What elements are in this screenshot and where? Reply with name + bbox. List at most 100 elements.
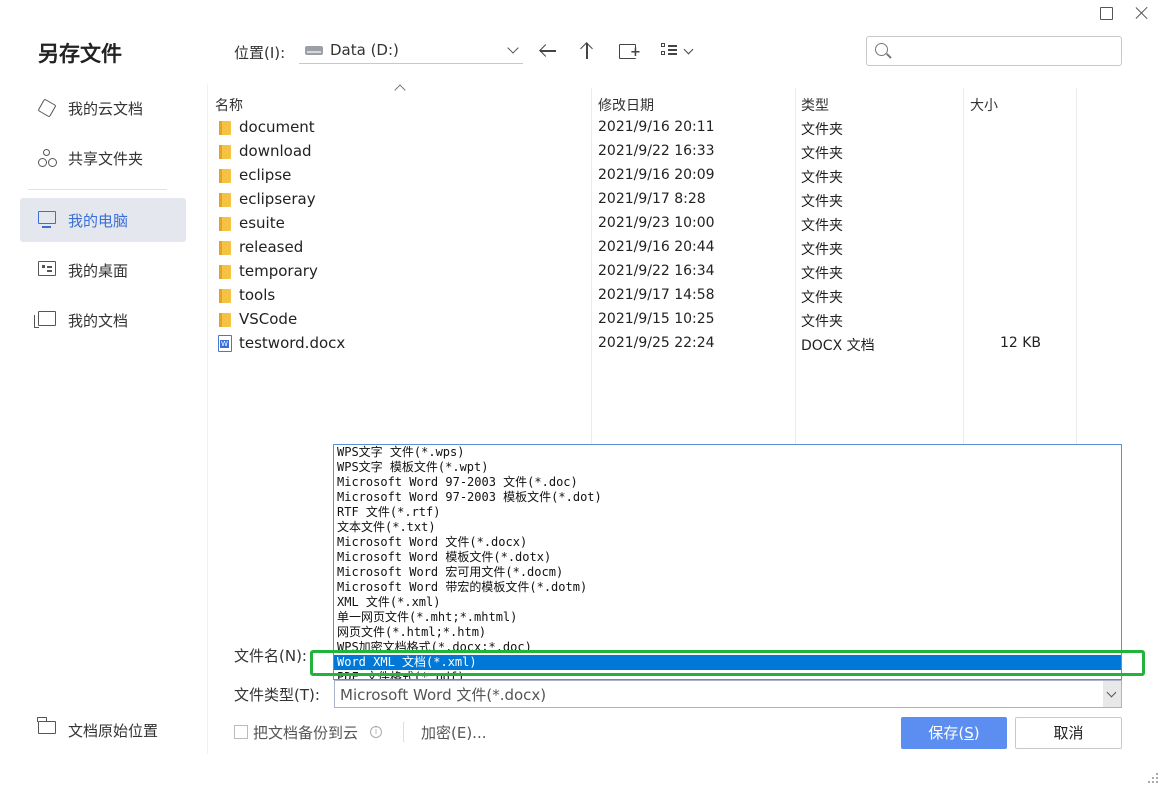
save-label-end: ) — [973, 724, 980, 742]
file-size: 12 KB — [999, 335, 1041, 351]
file-name: temporary — [239, 262, 318, 280]
filetype-option[interactable]: 文本文件(*.txt) — [334, 520, 1121, 535]
chevron-down-icon[interactable] — [1103, 681, 1121, 707]
close-icon[interactable] — [1133, 4, 1151, 22]
location-dropdown[interactable]: Data (D:) — [299, 36, 523, 64]
folder-icon — [219, 217, 231, 231]
file-row[interactable]: download 2021/9/22 16:33 文件夹 — [208, 140, 1077, 164]
file-row[interactable]: esuite 2021/9/23 10:00 文件夹 — [208, 212, 1077, 236]
filetype-select[interactable]: Microsoft Word 文件(*.docx) — [334, 680, 1122, 708]
file-type: 文件夹 — [801, 218, 843, 234]
new-folder-icon[interactable] — [617, 40, 641, 62]
filetype-option[interactable]: Microsoft Word 97-2003 模板文件(*.dot) — [334, 490, 1121, 505]
sidebar-item-label: 我的文档 — [68, 312, 129, 330]
backup-checkbox[interactable] — [234, 725, 248, 739]
filetype-option[interactable]: Microsoft Word 模板文件(*.dotx) — [334, 550, 1121, 565]
file-name: eclipse — [239, 166, 292, 184]
file-row[interactable]: eclipseray 2021/9/17 8:28 文件夹 — [208, 188, 1077, 212]
filename-label: 文件名(N): — [234, 647, 307, 665]
file-row[interactable]: VSCode 2021/9/15 10:25 文件夹 — [208, 308, 1077, 332]
folder-icon — [219, 265, 231, 279]
save-button[interactable]: 保存(S) — [901, 717, 1007, 749]
column-header-size[interactable]: 大小 — [970, 95, 998, 115]
file-date: 2021/9/17 8:28 — [598, 191, 706, 207]
sidebar-item-shared-folder[interactable]: 共享文件夹 — [20, 136, 186, 180]
file-name: testword.docx — [239, 334, 346, 352]
sidebar-item-cloud-docs[interactable]: 我的云文档 — [20, 86, 186, 130]
file-type: 文件夹 — [801, 146, 843, 162]
column-header-date[interactable]: 修改日期 — [598, 95, 654, 115]
footer-divider — [403, 722, 404, 742]
view-mode-icon[interactable] — [659, 40, 697, 62]
folder-icon — [219, 169, 231, 183]
drive-icon — [305, 46, 323, 55]
dialog-title: 另存文件 — [38, 42, 122, 66]
file-name: esuite — [239, 214, 285, 232]
info-icon[interactable]: i — [370, 726, 382, 738]
filetype-option[interactable]: RTF 文件(*.rtf) — [334, 505, 1121, 520]
desktop-icon — [38, 261, 56, 276]
sidebar-divider — [28, 189, 167, 190]
file-type: 文件夹 — [801, 194, 843, 210]
file-date: 2021/9/16 20:11 — [598, 119, 715, 135]
filetype-option[interactable]: Microsoft Word 带宏的模板文件(*.dotm) — [334, 580, 1121, 595]
location-path: Data (D:) — [330, 41, 399, 59]
file-type: 文件夹 — [801, 242, 843, 258]
folder-icon — [219, 121, 231, 135]
column-header-type[interactable]: 类型 — [801, 95, 829, 115]
filetype-option[interactable]: WPS文字 模板文件(*.wpt) — [334, 460, 1121, 475]
file-date: 2021/9/17 14:58 — [598, 287, 715, 303]
chevron-down-icon — [683, 44, 694, 55]
resize-grip-icon[interactable] — [1148, 773, 1158, 783]
file-date: 2021/9/15 10:25 — [598, 311, 715, 327]
filetype-label: 文件类型(T): — [234, 686, 320, 704]
filetype-option[interactable]: 单一网页文件(*.mht;*.mhtml) — [334, 610, 1121, 625]
original-location-icon — [37, 717, 56, 734]
file-row[interactable]: eclipse 2021/9/16 20:09 文件夹 — [208, 164, 1077, 188]
back-arrow-icon[interactable] — [537, 40, 559, 62]
file-date: 2021/9/16 20:44 — [598, 239, 715, 255]
maximize-icon[interactable] — [1097, 4, 1115, 22]
view-grid-square — [661, 43, 665, 47]
folder-icon — [219, 193, 231, 207]
file-row[interactable]: released 2021/9/16 20:44 文件夹 — [208, 236, 1077, 260]
sort-ascending-icon — [394, 84, 406, 96]
sidebar-item-my-documents[interactable]: 我的文档 — [20, 298, 186, 342]
folder-icon — [219, 289, 231, 303]
up-arrow-icon[interactable] — [576, 40, 598, 62]
sidebar-item-label: 我的电脑 — [68, 212, 129, 230]
filetype-dropdown-list[interactable]: WPS文字 文件(*.wps) WPS文字 模板文件(*.wpt) Micros… — [333, 444, 1122, 680]
file-name: VSCode — [239, 310, 298, 328]
encrypt-button[interactable]: 加密(E)... — [421, 722, 487, 743]
sidebar-item-my-computer[interactable]: 我的电脑 — [20, 198, 186, 242]
selection-highlight-box — [310, 650, 1145, 676]
file-row[interactable]: document 2021/9/16 20:11 文件夹 — [208, 116, 1077, 140]
sidebar-item-my-desktop[interactable]: 我的桌面 — [20, 248, 186, 292]
cancel-button[interactable]: 取消 — [1015, 717, 1122, 749]
sidebar-item-label: 共享文件夹 — [68, 150, 144, 168]
filetype-option[interactable]: 网页文件(*.html;*.htm) — [334, 625, 1121, 640]
file-type: 文件夹 — [801, 314, 843, 330]
filetype-option[interactable]: Microsoft Word 97-2003 文件(*.doc) — [334, 475, 1121, 490]
column-header-name[interactable]: 名称 — [215, 95, 243, 115]
filetype-value: Microsoft Word 文件(*.docx) — [340, 686, 547, 704]
filetype-option[interactable]: WPS文字 文件(*.wps) — [334, 445, 1121, 460]
file-type: DOCX 文档 — [801, 338, 875, 354]
file-type: 文件夹 — [801, 122, 843, 138]
filetype-option[interactable]: Microsoft Word 宏可用文件(*.docm) — [334, 565, 1121, 580]
filetype-option[interactable]: Microsoft Word 文件(*.docx) — [334, 535, 1121, 550]
file-row[interactable]: temporary 2021/9/22 16:34 文件夹 — [208, 260, 1077, 284]
file-date: 2021/9/22 16:33 — [598, 143, 715, 159]
file-row[interactable]: testword.docx 2021/9/25 22:24 DOCX 文档 12… — [208, 332, 1077, 356]
filetype-option[interactable]: XML 文件(*.xml) — [334, 595, 1121, 610]
chevron-down-icon — [507, 42, 519, 54]
save-label-key: S — [964, 724, 974, 742]
search-icon — [875, 43, 888, 56]
search-input[interactable] — [895, 41, 1115, 61]
sidebar-item-original-location[interactable]: 文档原始位置 — [20, 708, 186, 752]
file-row[interactable]: tools 2021/9/17 14:58 文件夹 — [208, 284, 1077, 308]
search-box[interactable] — [866, 36, 1122, 66]
file-date: 2021/9/16 20:09 — [598, 167, 715, 183]
file-date: 2021/9/25 22:24 — [598, 335, 715, 351]
shared-folder-icon — [38, 149, 57, 167]
